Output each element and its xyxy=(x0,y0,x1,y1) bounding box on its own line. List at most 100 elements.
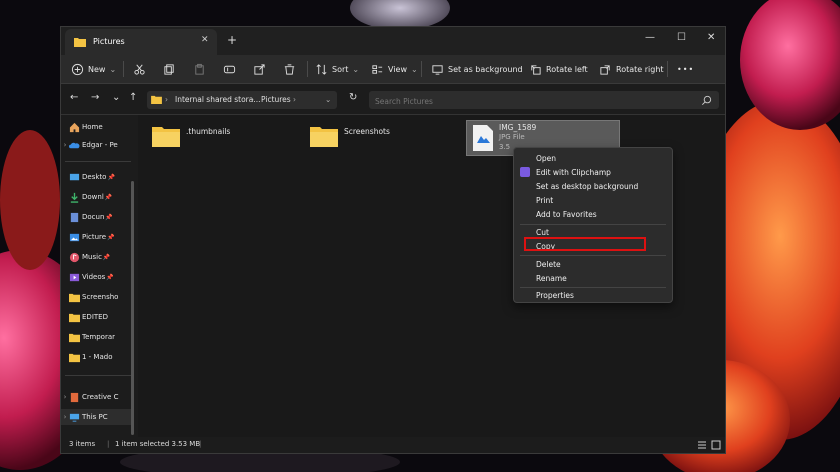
divider xyxy=(307,61,308,77)
set-background-label: Set as background xyxy=(448,64,523,74)
menu-item-print[interactable]: Print xyxy=(536,196,553,205)
new-button[interactable]: New ⌄ xyxy=(71,61,116,77)
menu-item-rename[interactable]: Rename xyxy=(536,274,567,283)
close-window-button[interactable]: ✕ xyxy=(707,32,715,43)
minimize-button[interactable]: — xyxy=(645,32,655,43)
menu-item-delete[interactable]: Delete xyxy=(536,260,561,269)
copy-highlight-box xyxy=(524,237,646,251)
back-button[interactable]: ← xyxy=(70,92,78,103)
search-input[interactable] xyxy=(373,93,697,109)
refresh-button[interactable]: ↻ xyxy=(349,92,357,103)
forward-button[interactable]: → xyxy=(91,92,99,103)
folder-item-screenshots[interactable]: Screenshots xyxy=(310,125,390,147)
pin-icon: 📌 xyxy=(102,253,111,261)
sidebar-item-downloads[interactable]: Downl 📌 xyxy=(61,189,131,205)
maximize-button[interactable]: ☐ xyxy=(677,32,686,43)
menu-item-set-desktop-background[interactable]: Set as desktop background xyxy=(536,182,638,191)
divider xyxy=(667,61,668,77)
sidebar-item-pictures[interactable]: Picture 📌 xyxy=(61,229,131,245)
sidebar-item-desktop[interactable]: Deskto 📌 xyxy=(61,169,131,185)
sidebar-item-temporary[interactable]: Temporar xyxy=(61,329,131,345)
cut-button[interactable] xyxy=(133,61,146,77)
command-bar: New ⌄ Sort ⌄ View ⌄ Set as background Ro… xyxy=(61,55,725,84)
paste-button[interactable] xyxy=(193,61,206,77)
cloud-icon xyxy=(69,142,80,148)
folder-icon xyxy=(74,38,86,47)
rotate-right-label: Rotate right xyxy=(616,64,664,74)
rename-button[interactable] xyxy=(223,61,236,77)
copy-icon xyxy=(164,63,174,75)
sidebar-item-edited[interactable]: EDITED xyxy=(61,309,131,325)
navigation-pane: Home › Edgar - Pe Deskto 📌 Downl 📌 Docun… xyxy=(61,115,137,437)
menu-item-cut[interactable]: Cut xyxy=(536,228,549,237)
sidebar-item-label: EDITED xyxy=(82,313,108,321)
chevron-right-icon[interactable]: › xyxy=(61,393,69,401)
recent-locations-button[interactable]: ⌄ xyxy=(112,92,120,103)
tiles-view-icon[interactable] xyxy=(711,440,721,450)
file-type: JPG File xyxy=(499,133,525,141)
more-icon: ••• xyxy=(677,64,695,74)
context-menu: Open Edit with Clipchamp Set as desktop … xyxy=(513,147,673,303)
breadcrumb-separator: › xyxy=(251,95,254,104)
sidebar-item-label: Screensho xyxy=(82,293,119,301)
breadcrumb-internal-storage[interactable]: Internal shared stora... xyxy=(175,95,261,104)
rotate-right-button[interactable]: Rotate right xyxy=(599,61,664,77)
rotate-left-button[interactable]: Rotate left xyxy=(529,61,588,77)
address-bar[interactable]: › Internal shared stora... › Pictures › … xyxy=(147,91,337,109)
details-view-icon[interactable] xyxy=(697,440,707,450)
folder-icon xyxy=(69,313,80,322)
chevron-right-icon[interactable]: › xyxy=(61,413,69,421)
sidebar-item-music[interactable]: Music 📌 xyxy=(61,249,131,265)
sidebar-item-label: Home xyxy=(82,123,103,131)
folder-icon xyxy=(151,95,162,104)
delete-button[interactable] xyxy=(283,61,296,77)
paste-icon xyxy=(195,63,204,75)
folder-item-thumbnails[interactable]: .thumbnails xyxy=(152,125,230,147)
status-divider: | xyxy=(107,440,110,448)
menu-item-open[interactable]: Open xyxy=(536,154,556,163)
sidebar-item-home[interactable]: Home xyxy=(61,119,131,135)
sort-label: Sort xyxy=(332,64,349,74)
file-name: .thumbnails xyxy=(186,127,231,136)
sidebar-item-this-pc[interactable]: › This PC xyxy=(61,409,131,425)
share-button[interactable] xyxy=(253,61,266,77)
sidebar-item-documents[interactable]: Docun 📌 xyxy=(61,209,131,225)
up-button[interactable]: ↑ xyxy=(129,92,137,103)
file-explorer-window: Pictures ✕ + — ☐ ✕ New ⌄ Sort ⌄ View ⌄ S… xyxy=(60,26,726,454)
chevron-down-icon: ⌄ xyxy=(352,64,360,74)
view-button[interactable]: View ⌄ xyxy=(371,61,418,77)
address-dropdown-icon[interactable]: ⌄ xyxy=(325,95,331,104)
copy-button[interactable] xyxy=(163,61,176,77)
menu-item-properties[interactable]: Properties xyxy=(536,291,574,300)
sidebar-item-label: Docun xyxy=(82,213,105,221)
sidebar-item-videos[interactable]: Videos 📌 xyxy=(61,269,131,285)
divider xyxy=(65,161,131,162)
sidebar-item-onedrive[interactable]: › Edgar - Pe xyxy=(61,137,131,153)
folder-icon xyxy=(69,353,80,362)
chevron-right-icon[interactable]: › xyxy=(61,141,69,149)
sidebar-item-screenshots[interactable]: Screensho xyxy=(61,289,131,305)
folder-icon xyxy=(310,127,338,147)
divider xyxy=(421,61,422,77)
file-name: IMG_1589 xyxy=(499,123,537,132)
sort-icon xyxy=(316,63,327,75)
search-box[interactable] xyxy=(369,91,719,109)
menu-separator xyxy=(520,255,666,256)
menu-item-add-to-favorites[interactable]: Add to Favorites xyxy=(536,210,597,219)
more-options-button[interactable]: ••• xyxy=(677,61,694,77)
sidebar-item-label: Temporar xyxy=(82,333,115,341)
menu-item-edit-clipchamp[interactable]: Edit with Clipchamp xyxy=(536,168,611,177)
status-divider: | xyxy=(199,440,202,448)
sidebar-item-mado[interactable]: 1 - Mado xyxy=(61,349,131,365)
rename-icon xyxy=(223,65,236,73)
breadcrumb-pictures[interactable]: Pictures xyxy=(261,95,291,104)
set-as-background-button[interactable]: Set as background xyxy=(431,61,523,77)
sort-button[interactable]: Sort ⌄ xyxy=(315,61,359,77)
pin-icon: 📌 xyxy=(106,273,114,281)
new-tab-button[interactable]: + xyxy=(227,33,237,47)
tab-pictures[interactable]: Pictures ✕ xyxy=(65,29,217,55)
sidebar-item-creative-cloud[interactable]: › Creative C xyxy=(61,389,131,405)
tab-close-button[interactable]: ✕ xyxy=(201,35,209,45)
sidebar-scrollbar[interactable] xyxy=(131,181,134,435)
pictures-icon xyxy=(69,233,80,241)
